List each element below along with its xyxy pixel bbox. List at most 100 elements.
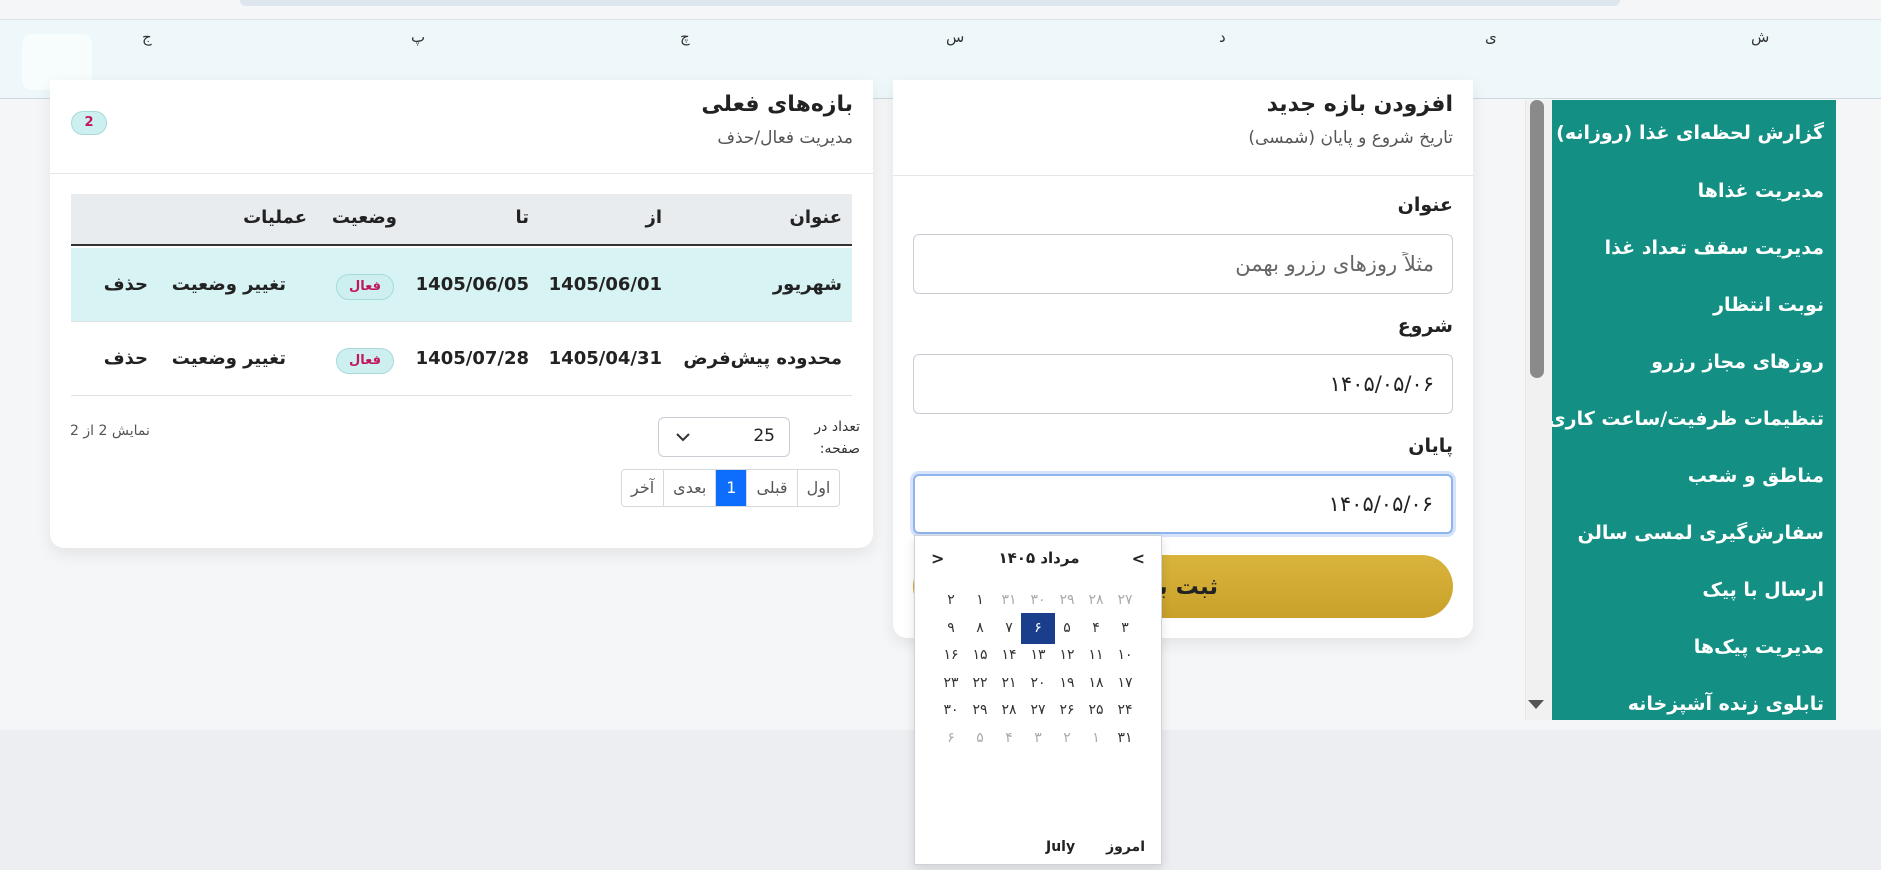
end-date-input[interactable] bbox=[913, 474, 1453, 534]
sidebar-item-regions[interactable]: مناطق و شعب bbox=[1688, 465, 1824, 487]
current-ranges-card: بازه‌های فعلی مدیریت فعال/حذف 2 عنوان از… bbox=[50, 80, 873, 548]
status-badge: فعال bbox=[336, 348, 394, 374]
day-cell[interactable]: ۲۷ bbox=[1108, 585, 1142, 616]
weekday-label: س bbox=[946, 28, 965, 46]
per-page-select[interactable]: 25 bbox=[658, 417, 790, 457]
toggle-status-button[interactable]: تغییر وضعیت bbox=[172, 274, 286, 295]
day-cell[interactable]: ۲ bbox=[934, 585, 968, 616]
day-cell[interactable]: ۳۰ bbox=[934, 695, 968, 726]
day-cell[interactable]: ۲۱ bbox=[992, 668, 1026, 699]
table-row: محدوده پیش‌فرض 1405/04/31 1405/07/28 فعا… bbox=[71, 322, 852, 396]
day-cell[interactable]: ۱۷ bbox=[1108, 668, 1142, 699]
page-first-button[interactable]: اول bbox=[796, 470, 840, 506]
cell-from: 1405/06/01 bbox=[548, 274, 662, 295]
per-page-label: تعداد در صفحه: bbox=[814, 419, 860, 457]
day-cell[interactable]: ۵ bbox=[1050, 613, 1084, 644]
gregorian-month-label[interactable]: July bbox=[1046, 839, 1075, 855]
day-cell[interactable]: ۶ bbox=[934, 723, 968, 754]
sidebar-item-waitlist[interactable]: نوبت انتظار bbox=[1713, 294, 1824, 316]
cell-to: 1405/06/05 bbox=[415, 274, 529, 295]
day-cell[interactable]: ۱۴ bbox=[992, 640, 1026, 671]
delete-button[interactable]: حذف bbox=[104, 348, 148, 369]
day-cell[interactable]: ۵ bbox=[963, 723, 997, 754]
weekday-label: چ bbox=[680, 28, 690, 46]
day-cell[interactable]: ۹ bbox=[934, 613, 968, 644]
day-cell[interactable]: ۲۵ bbox=[1079, 695, 1113, 726]
day-cell[interactable]: ۱۵ bbox=[963, 640, 997, 671]
day-cell[interactable]: ۲ bbox=[1050, 723, 1084, 754]
sidebar-item-couriers[interactable]: مدیریت پیک‌ها bbox=[1694, 636, 1824, 658]
weekday-label: پ bbox=[411, 28, 426, 46]
sidebar-item-capacity-settings[interactable]: تنظیمات ظرفیت/ساعت کاری bbox=[1552, 408, 1824, 430]
page-current-button[interactable]: 1 bbox=[715, 470, 747, 506]
scroll-down-arrow-icon[interactable] bbox=[1528, 700, 1544, 709]
sidebar-item-reserve-days[interactable]: روزهای مجاز رزرو bbox=[1651, 351, 1824, 373]
sidebar-item-foods[interactable]: مدیریت غذاها bbox=[1698, 180, 1824, 202]
sidebar-item-kitchen-board[interactable]: تابلوی زنده آشپزخانه bbox=[1628, 693, 1824, 715]
end-label: پایان bbox=[1408, 435, 1453, 457]
day-cell[interactable]: ۳۰ bbox=[1021, 585, 1055, 616]
card-title: افزودن بازه جدید bbox=[1266, 92, 1453, 117]
day-cell[interactable]: ۴ bbox=[992, 723, 1026, 754]
day-cell[interactable]: ۱۳ bbox=[1021, 640, 1055, 671]
day-cell[interactable]: ۲۹ bbox=[963, 695, 997, 726]
day-cell[interactable]: ۱۸ bbox=[1079, 668, 1113, 699]
day-cell[interactable]: ۲۲ bbox=[963, 668, 997, 699]
day-cell[interactable]: ۱۶ bbox=[934, 640, 968, 671]
page-prev-button[interactable]: قبلی bbox=[746, 470, 796, 506]
day-cell[interactable]: ۲۷ bbox=[1021, 695, 1055, 726]
count-badge: 2 bbox=[71, 111, 107, 135]
card-title: بازه‌های فعلی bbox=[701, 92, 853, 117]
day-cell[interactable]: ۲۳ bbox=[934, 668, 968, 699]
day-cell[interactable]: ۱۹ bbox=[1050, 668, 1084, 699]
day-cell[interactable]: ۱ bbox=[1079, 723, 1113, 754]
today-button[interactable]: امروز bbox=[1106, 839, 1145, 855]
day-cell[interactable]: ۲۸ bbox=[992, 695, 1026, 726]
day-cell[interactable]: ۲۸ bbox=[1079, 585, 1113, 616]
day-cell[interactable]: ۲۶ bbox=[1050, 695, 1084, 726]
sidebar-item-courier-send[interactable]: ارسال با پیک bbox=[1702, 579, 1824, 601]
col-actions: عملیات bbox=[243, 207, 307, 228]
scrollbar-thumb[interactable] bbox=[1530, 100, 1544, 378]
page-next-button[interactable]: بعدی bbox=[663, 470, 715, 506]
day-cell[interactable]: ۷ bbox=[992, 613, 1026, 644]
month-title: مرداد ۱۴۰۵ bbox=[998, 549, 1080, 567]
start-label: شروع bbox=[1397, 315, 1453, 337]
weekday-label: ی bbox=[1485, 28, 1497, 46]
prev-month-button[interactable]: < bbox=[1132, 549, 1145, 568]
cell-to: 1405/07/28 bbox=[415, 348, 529, 369]
day-cell[interactable]: ۳ bbox=[1108, 613, 1142, 644]
top-search-pill bbox=[240, 0, 1620, 6]
day-cell[interactable]: ۱۱ bbox=[1079, 640, 1113, 671]
day-cell[interactable]: ۳۱ bbox=[1108, 723, 1142, 754]
divider bbox=[893, 175, 1473, 176]
col-title: عنوان bbox=[789, 207, 842, 228]
page-last-button[interactable]: آخر bbox=[622, 470, 663, 506]
cell-title: محدوده پیش‌فرض bbox=[683, 348, 842, 369]
day-cell[interactable]: ۲۰ bbox=[1021, 668, 1055, 699]
sidebar-item-food-report[interactable]: گزارش لحظه‌ای غذا (روزانه) bbox=[1556, 122, 1824, 144]
title-input[interactable] bbox=[913, 234, 1453, 294]
weekday-label: ج bbox=[142, 28, 152, 46]
day-cell[interactable]: ۳۱ bbox=[992, 585, 1026, 616]
selected-day-cell[interactable]: ۶ bbox=[1021, 612, 1055, 644]
toggle-status-button[interactable]: تغییر وضعیت bbox=[172, 348, 286, 369]
day-cell[interactable]: ۴ bbox=[1079, 613, 1113, 644]
sidebar-item-food-cap[interactable]: مدیریت سقف تعداد غذا bbox=[1605, 237, 1824, 259]
delete-button[interactable]: حذف bbox=[104, 274, 148, 295]
col-from: از bbox=[645, 207, 662, 228]
day-cell[interactable]: ۱ bbox=[963, 585, 997, 616]
pagination: آخر بعدی 1 قبلی اول bbox=[621, 469, 841, 507]
day-cell[interactable]: ۱۲ bbox=[1050, 640, 1084, 671]
weekday-label: د bbox=[1219, 28, 1226, 46]
sidebar-item-touch-order[interactable]: سفارش‌گیری لمسی سالن bbox=[1578, 522, 1824, 544]
day-cell[interactable]: ۱۰ bbox=[1108, 640, 1142, 671]
chevron-down-icon bbox=[676, 427, 690, 447]
day-cell[interactable]: ۲۴ bbox=[1108, 695, 1142, 726]
card-subtitle: مدیریت فعال/حذف bbox=[717, 128, 853, 148]
day-cell[interactable]: ۳ bbox=[1021, 723, 1055, 754]
divider bbox=[50, 173, 873, 174]
day-cell[interactable]: ۸ bbox=[963, 613, 997, 644]
day-cell[interactable]: ۲۹ bbox=[1050, 585, 1084, 616]
start-date-input[interactable] bbox=[913, 354, 1453, 414]
